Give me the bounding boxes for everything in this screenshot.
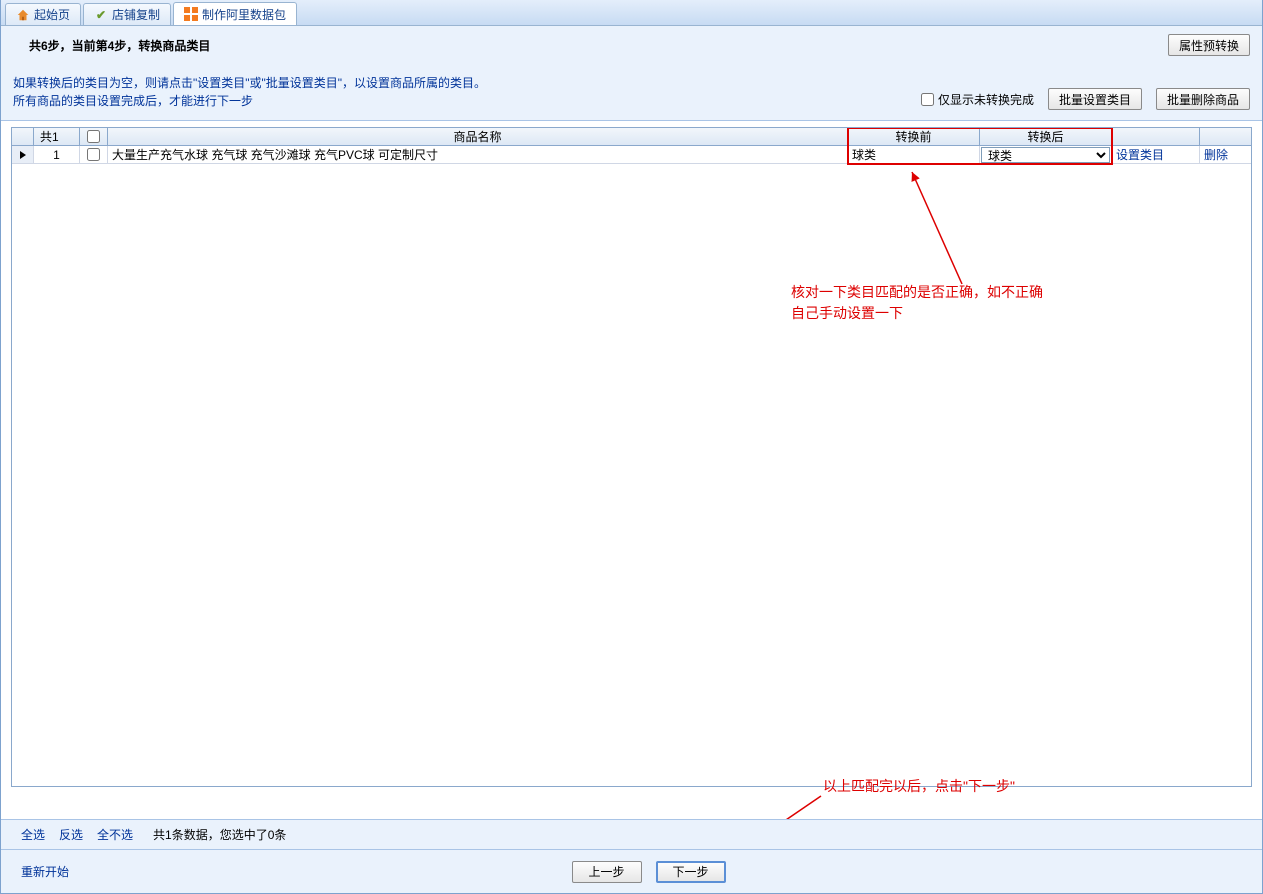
- tab-shop-copy[interactable]: ✔ 店铺复制: [83, 3, 171, 25]
- products-table: 共1 商品名称 转换前 转换后 1 大量生产充气水球 充气球 充气沙滩球 充气P…: [11, 127, 1252, 787]
- header-checkbox-input[interactable]: [87, 130, 100, 143]
- header-set: [1112, 128, 1200, 145]
- category-after-select[interactable]: 球类: [981, 147, 1110, 163]
- batch-set-category-button[interactable]: 批量设置类目: [1048, 88, 1142, 110]
- header-after: 转换后: [980, 128, 1112, 145]
- selection-info: 共1条数据，您选中了0条: [153, 826, 286, 843]
- only-unfinished-label: 仅显示未转换完成: [938, 91, 1034, 108]
- current-row-arrow-icon: [20, 151, 26, 159]
- row-delete[interactable]: 删除: [1200, 146, 1245, 163]
- batch-delete-button[interactable]: 批量删除商品: [1156, 88, 1250, 110]
- row-set-category[interactable]: 设置类目: [1112, 146, 1200, 163]
- select-none-link[interactable]: 全不选: [97, 826, 133, 843]
- preconvert-button[interactable]: 属性预转换: [1168, 34, 1250, 56]
- restart-link[interactable]: 重新开始: [21, 863, 69, 880]
- tab-label: 起始页: [34, 6, 70, 23]
- tab-make-ali-package[interactable]: 制作阿里数据包: [173, 2, 297, 25]
- prev-step-button[interactable]: 上一步: [572, 861, 642, 883]
- tab-label: 制作阿里数据包: [202, 6, 286, 23]
- tab-label: 店铺复制: [112, 6, 160, 23]
- step-title: 共6步，当前第4步，转换商品类目: [13, 37, 210, 54]
- check-icon: ✔: [94, 8, 108, 22]
- only-unfinished-input[interactable]: [921, 93, 934, 106]
- next-step-button[interactable]: 下一步: [656, 861, 726, 883]
- hint-line1: 如果转换后的类目为空，则请点击"设置类目"或"批量设置类目"，以设置商品所属的类…: [13, 74, 486, 92]
- header-marker: [12, 128, 34, 145]
- invert-selection-link[interactable]: 反选: [59, 826, 83, 843]
- table-row[interactable]: 1 大量生产充气水球 充气球 充气沙滩球 充气PVC球 可定制尺寸 球类 球类 …: [12, 146, 1251, 164]
- row-category-after[interactable]: 球类: [980, 146, 1112, 163]
- select-all-link[interactable]: 全选: [21, 826, 45, 843]
- home-icon: [16, 8, 30, 22]
- row-category-before: 球类: [848, 146, 980, 163]
- row-checkbox-cell[interactable]: [80, 146, 108, 163]
- step-header: 共6步，当前第4步，转换商品类目 属性预转换 如果转换后的类目为空，则请点击"设…: [1, 26, 1262, 121]
- row-product-name: 大量生产充气水球 充气球 充气沙滩球 充气PVC球 可定制尺寸: [108, 146, 848, 163]
- hint-text: 如果转换后的类目为空，则请点击"设置类目"或"批量设置类目"，以设置商品所属的类…: [13, 74, 486, 110]
- row-index: 1: [34, 146, 80, 163]
- row-marker: [12, 146, 34, 163]
- header-before: 转换前: [848, 128, 980, 145]
- row-checkbox[interactable]: [87, 148, 100, 161]
- only-unfinished-checkbox[interactable]: 仅显示未转换完成: [921, 91, 1034, 108]
- annotation-arrow-icon: [902, 164, 982, 294]
- header-del: [1200, 128, 1245, 145]
- hint-line2: 所有商品的类目设置完成后，才能进行下一步: [13, 92, 486, 110]
- tabs-bar: 起始页 ✔ 店铺复制 制作阿里数据包: [1, 0, 1262, 26]
- nav-footer: 重新开始 上一步 下一步: [1, 849, 1262, 893]
- header-name: 商品名称: [108, 128, 848, 145]
- selection-footer: 全选 反选 全不选 共1条数据，您选中了0条: [1, 819, 1262, 849]
- header-checkbox[interactable]: [80, 128, 108, 145]
- grid-icon: [184, 7, 198, 21]
- tab-home[interactable]: 起始页: [5, 3, 81, 25]
- header-total: 共1: [34, 128, 80, 145]
- table-header-row: 共1 商品名称 转换前 转换后: [12, 128, 1251, 146]
